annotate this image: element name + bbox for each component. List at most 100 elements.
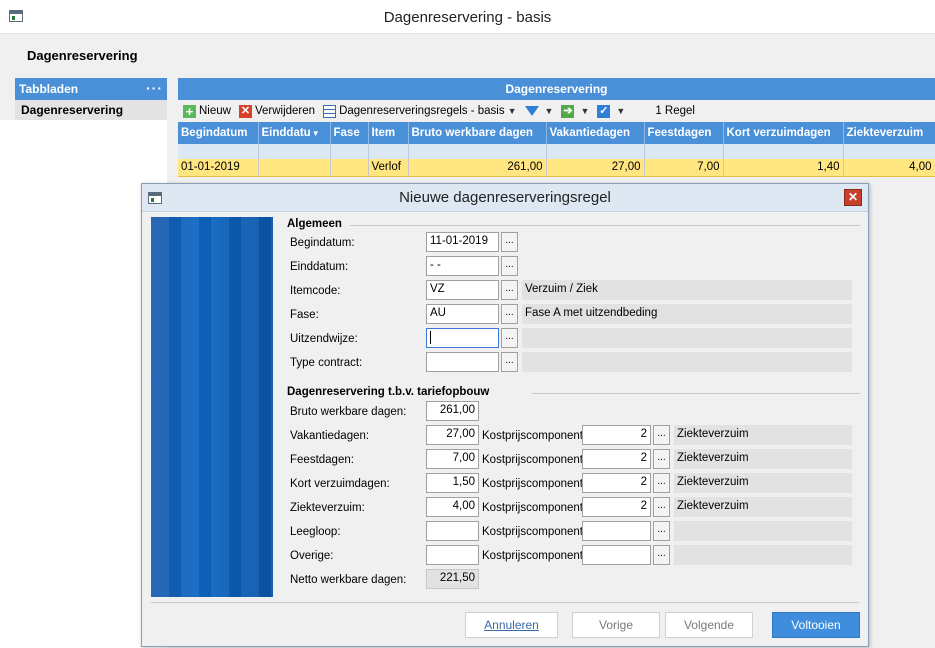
table-cell: 01-01-2019 [178,159,259,177]
column-header[interactable]: Item [368,122,409,144]
itemcode-field[interactable]: VZ [426,280,499,300]
finish-button[interactable]: Voltooien [772,612,860,638]
filter-cell[interactable] [408,144,547,159]
new-reservation-dialog: Nieuwe dagenreserveringsregel ✕ Algemeen… [141,183,869,647]
filter-cell[interactable] [843,144,935,159]
gross-days-field[interactable]: 261,00 [426,401,479,421]
itemcode-label: Itemcode: [290,285,341,297]
column-header-label: Vakantiedagen [549,127,631,139]
delete-icon: ✕ [238,104,252,118]
view-selector[interactable]: Dagenreserveringsregels - basis ▼ [323,104,517,118]
begindatum-field[interactable]: 11-01-2019 [426,232,499,252]
row-count: 1 Regel [655,105,695,117]
column-header-label: Item [371,127,396,139]
plus-icon: + [183,104,196,118]
tabs-panel-header: Tabbladen ··· [15,78,167,100]
column-header[interactable]: Vakantiedagen [546,122,645,144]
checkbox-icon: ✓ [597,104,611,118]
column-header[interactable]: Feestdagen [644,122,724,144]
next-button[interactable]: Volgende [665,612,753,638]
dialog-titlebar: Nieuwe dagenreserveringsregel ✕ [142,184,868,212]
new-button-label: Nieuw [199,105,231,117]
type-contract-field[interactable] [426,352,499,372]
uitzendwijze-label: Uitzendwijze: [290,333,358,345]
leegloop-component-lookup-button[interactable]: ... [653,521,670,541]
section-rates-title: Dagenreservering t.b.v. tariefopbouw [287,386,490,398]
column-header[interactable]: Einddatu▼ [258,122,331,144]
vakantiedagen-component-field[interactable]: 2 [582,425,651,445]
delete-button[interactable]: ✕ Verwijderen [238,104,316,118]
section-divider [532,393,860,394]
column-header[interactable]: Begindatum [178,122,259,144]
ziekteverzuim-field[interactable]: 4,00 [426,497,479,517]
column-header[interactable]: Kort verzuimdagen [723,122,844,144]
feestdagen-component-lookup-button[interactable]: ... [653,449,670,469]
filter-button[interactable]: ▼ [524,106,553,116]
cancel-button[interactable]: Annuleren [465,612,558,638]
chevron-down-icon: ▼ [580,106,590,116]
einddatum-field[interactable]: - - [426,256,499,276]
filter-cell[interactable] [330,144,369,159]
dialog-banner [151,217,273,597]
table-cell: 27,00 [546,159,645,177]
einddatum-lookup-button[interactable]: ... [501,256,518,276]
vakantiedagen-field[interactable]: 27,00 [426,425,479,445]
delete-button-label: Verwijderen [254,105,316,117]
fase-field[interactable]: AU [426,304,499,324]
column-header[interactable]: Fase [330,122,369,144]
itemcode-lookup-button[interactable]: ... [501,280,518,300]
grid-toolbar: + Nieuw ✕ Verwijderen Dagenreserveringsr… [178,100,935,122]
cost-component-label: Kostprijscomponent: [482,526,587,538]
filter-cell[interactable] [723,144,844,159]
column-header-label: Einddatu [261,127,311,139]
feestdagen-component-field[interactable]: 2 [582,449,651,469]
cost-component-label: Kostprijscomponent: [482,550,587,562]
table-row[interactable]: 01-01-2019 Verlof 261,00 27,00 7,00 1,40 4,00 [178,159,935,177]
table-cell: 261,00 [408,159,547,177]
export-button[interactable]: ➔ ▼ [561,104,590,118]
begindatum-lookup-button[interactable]: ... [501,232,518,252]
vakantiedagen-component-lookup-button[interactable]: ... [653,425,670,445]
overige-component-lookup-button[interactable]: ... [653,545,670,565]
filter-cell[interactable] [546,144,645,159]
filter-cell[interactable] [178,144,259,159]
filter-cell[interactable] [644,144,724,159]
previous-button[interactable]: Vorige [572,612,660,638]
column-header[interactable]: Ziekteverzuim [843,122,935,144]
filter-cell[interactable] [258,144,331,159]
ziekteverzuim-component-field[interactable]: 2 [582,497,651,517]
tab-item-dagenreservering[interactable]: Dagenreservering [15,100,167,120]
uitzendwijze-description [522,328,852,348]
section-general-title: Algemeen [287,218,342,230]
close-icon[interactable]: ✕ [844,189,862,206]
more-options-icon[interactable]: ··· [146,80,163,96]
feestdagen-field[interactable]: 7,00 [426,449,479,469]
fase-lookup-button[interactable]: ... [501,304,518,324]
kort-verzuimdagen-component-lookup-button[interactable]: ... [653,473,670,493]
vakantiedagen-label: Vakantiedagen: [290,430,370,442]
leegloop-component-field[interactable] [582,521,651,541]
ziekteverzuim-component-lookup-button[interactable]: ... [653,497,670,517]
leegloop-label: Leegloop: [290,526,341,538]
overige-component-field[interactable] [582,545,651,565]
kort-verzuimdagen-field[interactable]: 1,50 [426,473,479,493]
next-button-label: Volgende [683,618,735,632]
filter-row [178,144,935,159]
filter-cell[interactable] [368,144,409,159]
ziekteverzuim-label: Ziekteverzuim: [290,502,365,514]
uitzendwijze-lookup-button[interactable]: ... [501,328,518,348]
new-button[interactable]: + Nieuw [183,104,231,118]
window-title: Dagenreservering - basis [383,9,552,26]
leegloop-field[interactable] [426,521,479,541]
type-contract-lookup-button[interactable]: ... [501,352,518,372]
kort-verzuimdagen-component-field[interactable]: 2 [582,473,651,493]
begindatum-label: Begindatum: [290,237,355,249]
text-cursor [430,331,431,344]
overige-field[interactable] [426,545,479,565]
column-header[interactable]: Bruto werkbare dagen [408,122,547,144]
uitzendwijze-field[interactable] [426,328,499,348]
section-divider [350,225,860,226]
previous-button-label: Vorige [598,618,634,632]
select-button[interactable]: ✓ ▼ [597,104,625,118]
column-header-label: Fase [333,127,360,139]
